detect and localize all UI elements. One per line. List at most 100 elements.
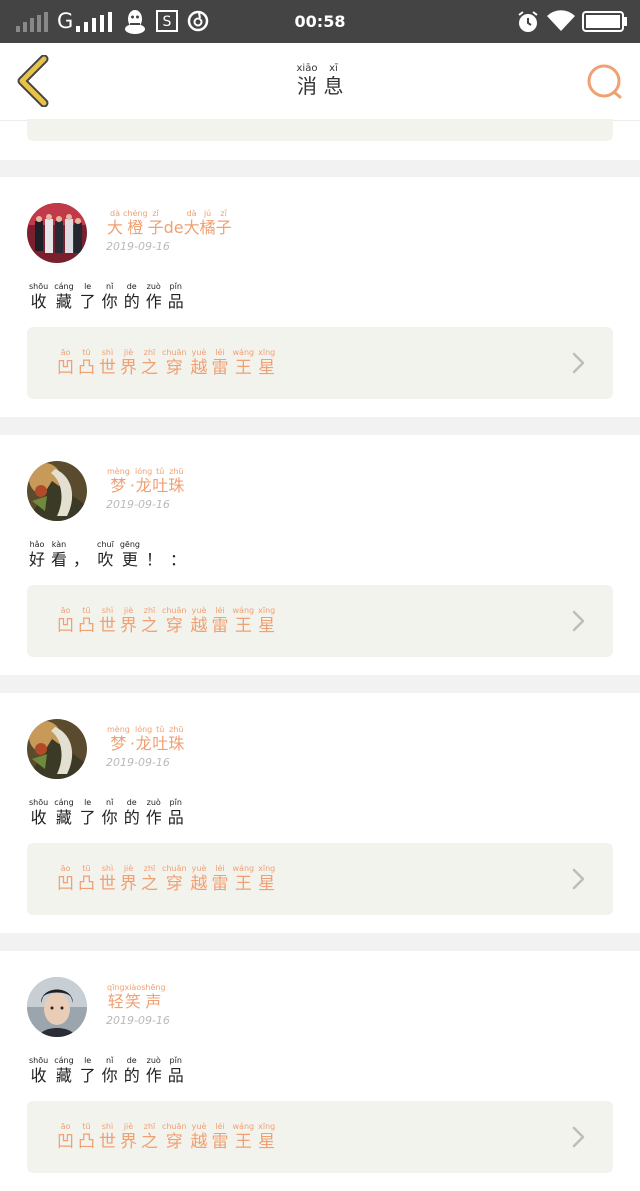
text-char: wáng 王 [232, 606, 255, 636]
text-char: de 的 [123, 282, 140, 311]
work-link[interactable]: āo 凹 tū 凸 shì 世 jiè 界 zhī 之 chuān 穿 yuè 越 léi 雷 wáng 王 xīn… [27, 843, 613, 915]
text-char: cáng 藏 [54, 1056, 74, 1085]
text-char: yuè 越 [190, 864, 208, 894]
text-char: zhī 之 [141, 606, 158, 636]
text-char: xīng 星 [258, 606, 276, 636]
text-char: āo 凹 [57, 348, 74, 378]
text-char: chuān 穿 [162, 1122, 187, 1152]
text-char: jiè 界 [120, 1122, 137, 1152]
text-char: nǐ 你 [101, 1056, 118, 1085]
text-char: cáng 藏 [54, 798, 74, 827]
text-char: zhū 珠 [168, 725, 185, 753]
work-link[interactable]: āo 凹 tū 凸 shì 世 jiè 界 zhī 之 chuān 穿 yuè 越 léi 雷 wáng 王 xīn… [27, 327, 613, 399]
text-char: xīng 星 [258, 864, 276, 894]
work-link[interactable]: āo 凹 tū 凸 shì 世 jiè 界 zhī 之 chuān 穿 yuè 越 léi 雷 wáng 王 xīn… [27, 1101, 613, 1173]
text-char: tū 凸 [78, 1122, 95, 1152]
text-char: le 了 [79, 282, 96, 311]
work-title: āo 凹 tū 凸 shì 世 jiè 界 zhī 之 chuān 穿 yuè 越 léi 雷 wáng 王 xīn… [57, 606, 279, 636]
text-char: de [163, 218, 184, 237]
text-char: ， [73, 550, 90, 569]
text-char: chuān 穿 [162, 606, 187, 636]
message-card-partial [0, 119, 640, 160]
avatar[interactable] [27, 719, 87, 779]
avatar[interactable] [27, 461, 87, 521]
text-char: zuò 作 [145, 282, 162, 311]
text-char: pǐn 品 [167, 798, 184, 827]
text-char: shì 世 [99, 1122, 116, 1152]
work-link-partial[interactable] [27, 119, 613, 141]
text-char: léi 雷 [211, 864, 229, 894]
text-char: xīng 星 [258, 348, 276, 378]
text-char: tǔ 吐 [152, 467, 169, 495]
username[interactable]: dà 大 chéng 橙 zǐ 子 de dà 大 jú 橘 zǐ 子 [107, 209, 232, 237]
text-char: wáng 王 [232, 864, 255, 894]
username[interactable]: mèng 梦 · lóng 龙 tǔ 吐 zhū 珠 [107, 725, 184, 753]
text-char: chuān 穿 [162, 864, 187, 894]
text-char: jú 橘 [199, 209, 216, 237]
text-char: lóng 龙 [134, 467, 153, 495]
message-card: mèng 梦 · lóng 龙 tǔ 吐 zhū 珠 2019-09-16 hǎo 好 kàn 看 ， chu… [0, 435, 640, 675]
message-card: qīng 轻 xiào 笑 shēng 声 2019-09-16 shōu 收 cáng 藏 le 了 n… [0, 951, 640, 1191]
text-char: ！ [145, 550, 162, 569]
title-char: xī 息 [323, 63, 344, 98]
message-text: shōu 收 cáng 藏 le 了 nǐ 你 de 的 zuò 作 pǐn 品 [29, 798, 190, 828]
text-char: shōu 收 [29, 1056, 49, 1085]
message-card: dà 大 chéng 橙 zǐ 子 de dà 大 jú 橘 zǐ 子 2019-09-16 shōu 收 cá… [0, 177, 640, 417]
clock: 00:58 [294, 12, 346, 31]
status-bar: G S 00:58 [0, 0, 640, 43]
text-char: jiè 界 [120, 606, 137, 636]
netease-music-icon [187, 10, 209, 32]
text-char: xīng 星 [258, 1122, 276, 1152]
chevron-right-icon [572, 868, 585, 890]
text-char: zhū 珠 [168, 467, 185, 495]
text-char: kàn 看 [51, 540, 68, 569]
message-text: shōu 收 cáng 藏 le 了 nǐ 你 de 的 zuò 作 pǐn 品 [29, 1056, 190, 1086]
wifi-icon [547, 10, 575, 32]
carrier-label: G [57, 9, 74, 33]
text-char: gēng 更 [119, 540, 140, 569]
page-title: xiāo 消 xī 息 [0, 63, 640, 98]
text-char: tū 凸 [78, 348, 95, 378]
message-date: 2019-09-16 [106, 756, 170, 769]
text-char: āo 凹 [57, 864, 74, 894]
text-char: jiè 界 [120, 348, 137, 378]
svg-text:S: S [163, 14, 172, 30]
text-char: shì 世 [99, 864, 116, 894]
text-char: ： [169, 550, 186, 569]
text-char: de 的 [123, 798, 140, 827]
message-date: 2019-09-16 [106, 240, 170, 253]
text-char: shì 世 [99, 348, 116, 378]
avatar[interactable] [27, 203, 87, 263]
text-char: nǐ 你 [101, 798, 118, 827]
username[interactable]: mèng 梦 · lóng 龙 tǔ 吐 zhū 珠 [107, 467, 184, 495]
text-char: zuò 作 [145, 798, 162, 827]
text-char: wáng 王 [232, 1122, 255, 1152]
battery-icon [582, 11, 627, 32]
work-title: āo 凹 tū 凸 shì 世 jiè 界 zhī 之 chuān 穿 yuè 越 léi 雷 wáng 王 xīn… [57, 348, 279, 378]
text-char: qīng 轻 [107, 983, 125, 1011]
signal-icon [16, 12, 48, 32]
work-link[interactable]: āo 凹 tū 凸 shì 世 jiè 界 zhī 之 chuān 穿 yuè 越 léi 雷 wáng 王 xīn… [27, 585, 613, 657]
text-char: āo 凹 [57, 606, 74, 636]
text-char: xiào 笑 [124, 983, 142, 1011]
text-char: mèng 梦 [107, 467, 130, 495]
text-char: tū 凸 [78, 606, 95, 636]
text-char: shēng 声 [141, 983, 166, 1011]
text-char: chéng 橙 [123, 209, 148, 237]
text-char: yuè 越 [190, 1122, 208, 1152]
text-char: dà 大 [107, 209, 124, 237]
text-char: cáng 藏 [54, 282, 74, 311]
search-icon[interactable] [584, 61, 626, 103]
message-text: hǎo 好 kàn 看 ， chuī 吹 gēng 更 ！ ： [29, 540, 194, 570]
text-char: zhī 之 [141, 864, 158, 894]
text-char: dà 大 [183, 209, 200, 237]
text-char: tū 凸 [78, 864, 95, 894]
text-char: léi 雷 [211, 1122, 229, 1152]
text-char: pǐn 品 [167, 1056, 184, 1085]
message-date: 2019-09-16 [106, 498, 170, 511]
avatar[interactable] [27, 977, 87, 1037]
text-char: hǎo 好 [29, 540, 46, 569]
text-char: zhī 之 [141, 1122, 158, 1152]
text-char: zǐ 子 [147, 209, 164, 237]
username[interactable]: qīng 轻 xiào 笑 shēng 声 [107, 983, 166, 1011]
